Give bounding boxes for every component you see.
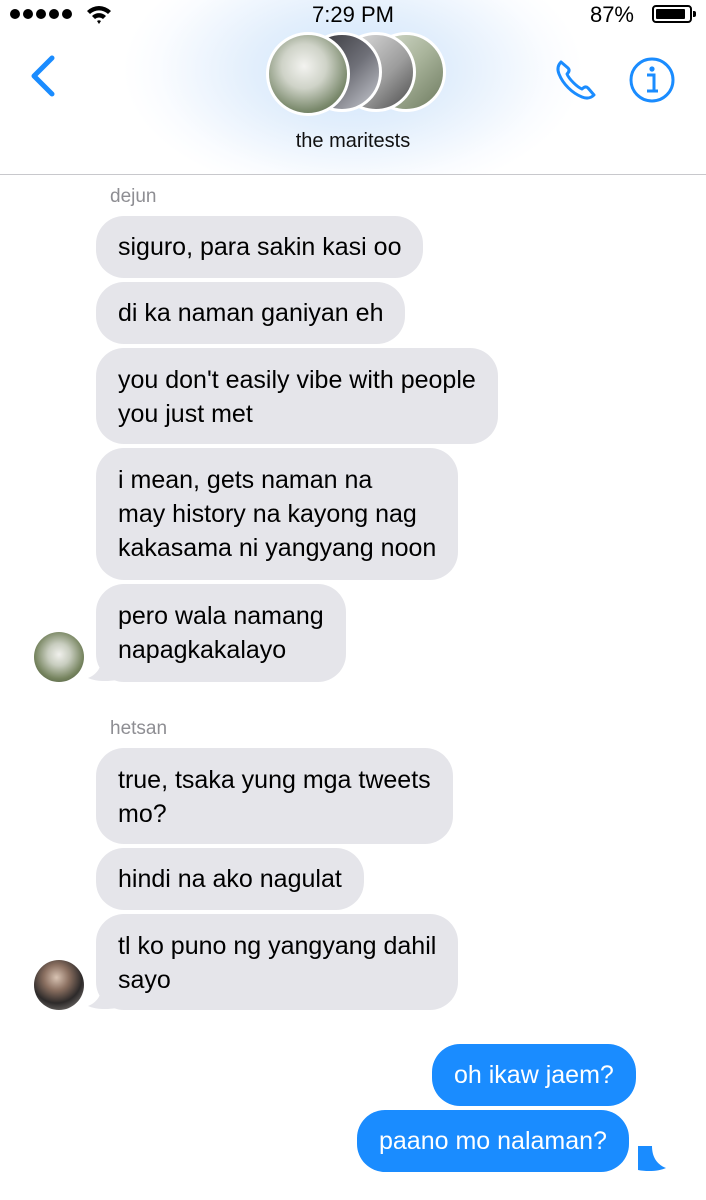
message-bubble[interactable]: siguro, para sakin kasi oo <box>96 216 424 278</box>
message-bubble[interactable]: true, tsaka yung mga tweets mo? <box>96 748 453 844</box>
bubble-tail <box>88 656 116 682</box>
message-bubble-outgoing[interactable]: paano mo nalaman? <box>357 1110 629 1172</box>
message-bubble-outgoing[interactable]: oh ikaw jaem? <box>432 1044 636 1106</box>
message-bubble[interactable]: di ka naman ganiyan eh <box>96 282 406 344</box>
group-avatar-stack[interactable] <box>266 32 446 116</box>
conversation-header: 7:29 PM 87% the maritests <box>0 0 706 175</box>
member-avatar <box>266 32 350 116</box>
message-bubble[interactable]: tl ko puno ng yangyang dahil sayo <box>96 914 459 1010</box>
battery-percentage: 87% <box>589 2 634 27</box>
sender-avatar[interactable] <box>34 960 84 1010</box>
sender-avatar[interactable] <box>34 632 84 682</box>
message-bubble[interactable]: hindi na ako nagulat <box>96 848 364 910</box>
message-bubble[interactable]: i mean, gets naman na may history na kay… <box>96 448 459 580</box>
back-chevron-icon[interactable] <box>26 54 62 98</box>
status-bar: 7:29 PM 87% <box>0 0 706 30</box>
info-icon[interactable] <box>628 56 676 104</box>
bubble-tail <box>638 1146 666 1172</box>
battery-icon <box>652 5 696 23</box>
sender-name: hetsan <box>110 718 168 739</box>
phone-icon[interactable] <box>552 56 600 104</box>
sender-name: dejun <box>110 186 157 207</box>
message-bubble[interactable]: you don't easily vibe with people you ju… <box>96 348 498 444</box>
group-name[interactable]: the maritests <box>0 130 706 153</box>
message-bubble[interactable]: pero wala namang napagkakalayo <box>96 584 346 682</box>
bubble-tail <box>88 984 116 1010</box>
